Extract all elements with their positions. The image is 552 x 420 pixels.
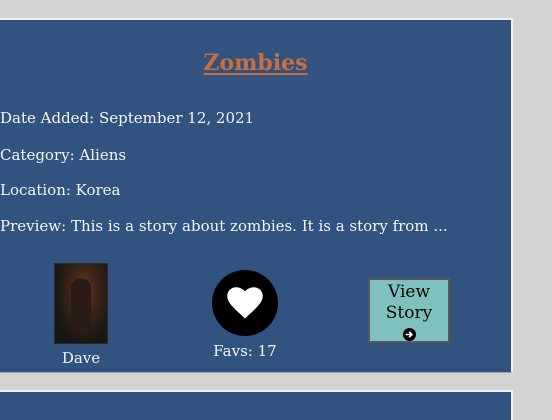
favorite-button[interactable] (212, 270, 278, 336)
author: Dave (54, 263, 108, 367)
heart-icon (227, 287, 263, 319)
location: Location: Korea (0, 181, 121, 199)
view-story-label-line1: View (387, 282, 431, 302)
story-card: Zombies Date Added: September 12, 2021 C… (0, 18, 513, 373)
author-photo[interactable] (54, 263, 108, 344)
story-title-link[interactable]: Zombies (0, 50, 511, 76)
view-story-label-line2: Story (385, 303, 433, 323)
author-name[interactable]: Dave (34, 349, 128, 367)
favorite-count: Favs: 17 (213, 342, 277, 360)
view-story-button[interactable]: View Story (368, 278, 450, 343)
next-story-card (0, 390, 513, 420)
arrow-right-circle-icon (402, 328, 416, 341)
favorites: Favs: 17 (212, 270, 278, 360)
author-photo-figure (71, 278, 91, 333)
preview: Preview: This is a story about zombies. … (0, 217, 448, 235)
date-added: Date Added: September 12, 2021 (0, 109, 255, 127)
category: Category: Aliens (0, 146, 127, 164)
